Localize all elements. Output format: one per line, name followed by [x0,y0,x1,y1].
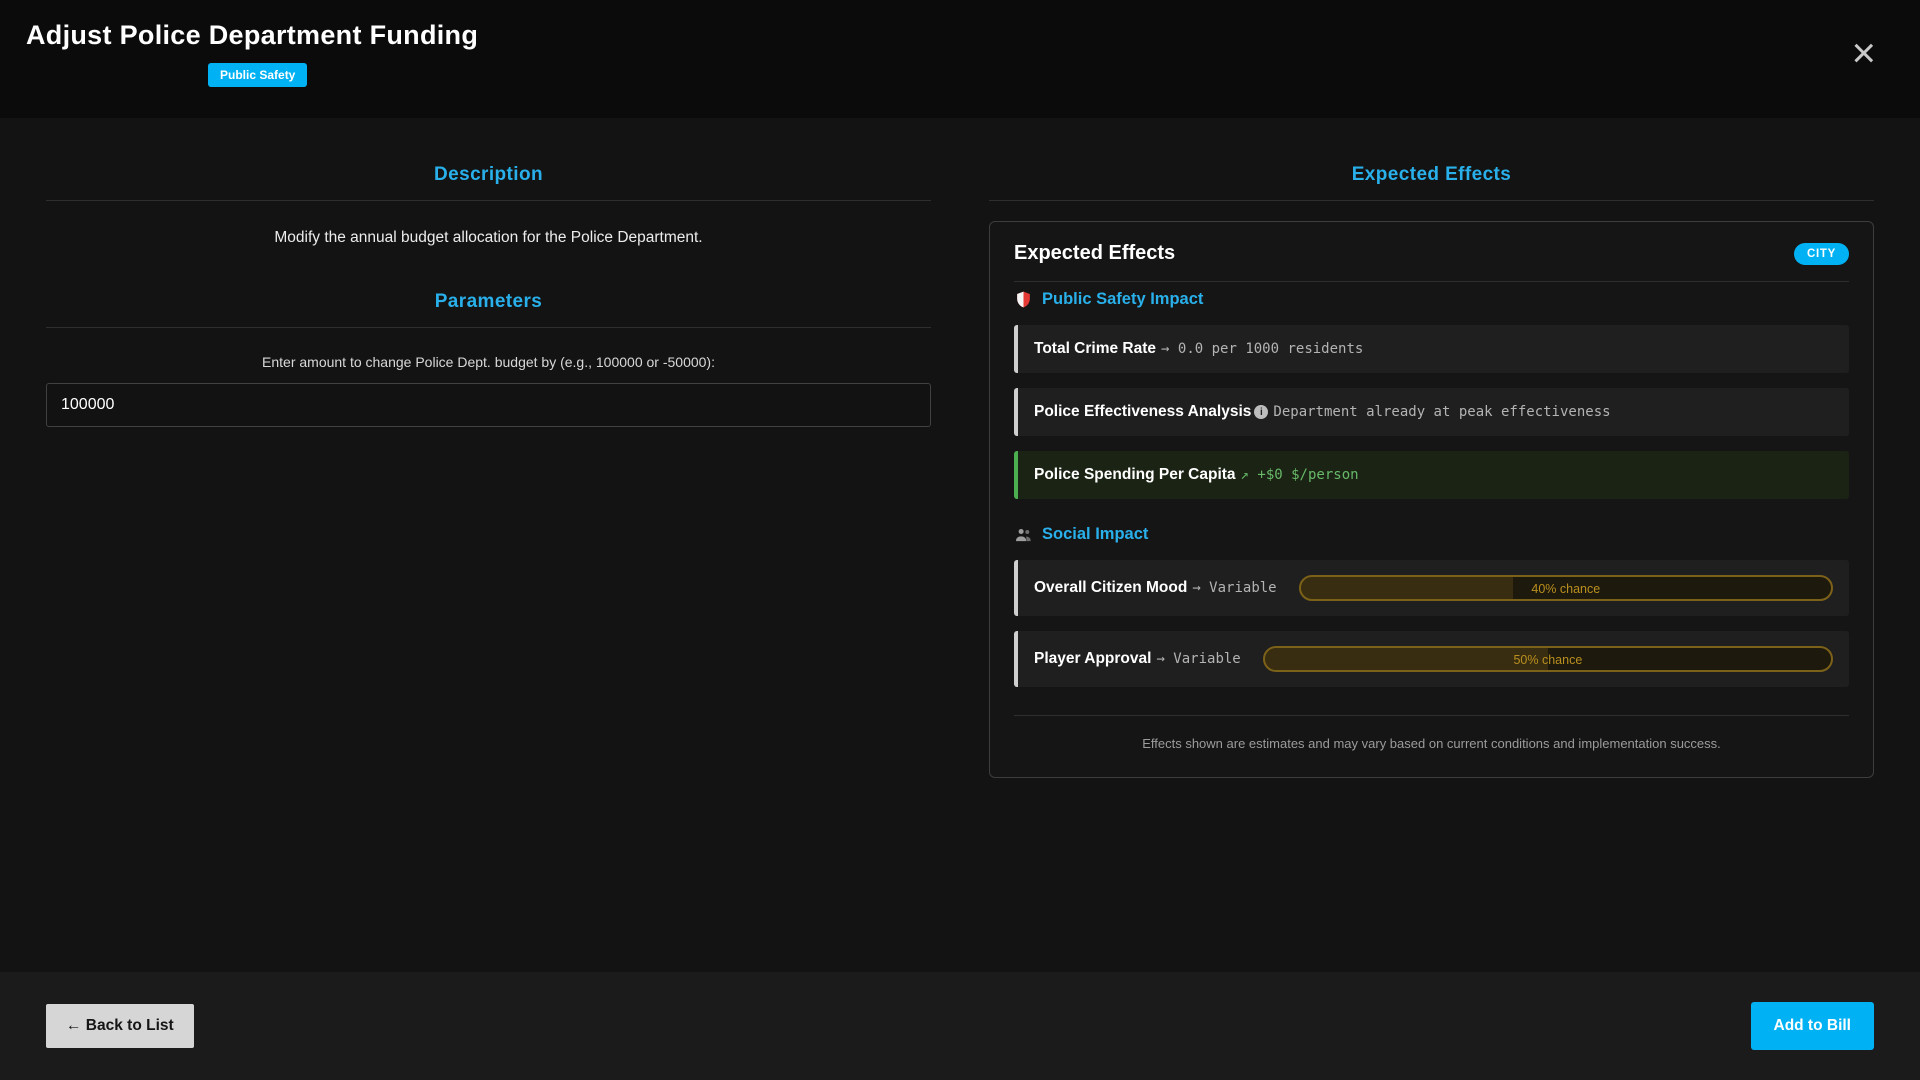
page-title: Adjust Police Department Funding [26,20,1894,51]
effect-value: → 0.0 per 1000 residents [1161,341,1363,357]
effect-row-police-effectiveness-analysis: Police Effectiveness Analysisi Department… [1014,388,1849,436]
effect-value: → Variable [1192,580,1276,596]
panel-head: Expected Effects CITY [1014,242,1849,265]
description-text: Modify the annual budget allocation for … [46,229,931,247]
effects-sections: Public Safety Impact Total Crime Rate → 0.… [1014,290,1849,687]
divider [989,200,1874,201]
effect-value: → Variable [1156,651,1240,667]
category-badge: Public Safety [208,63,307,87]
modal-header: Adjust Police Department Funding Public … [0,0,1920,118]
chance-bar: 50% chance [1263,646,1833,672]
section-title: Social Impact [1042,525,1148,544]
amount-input[interactable] [46,383,931,427]
effect-value: Department already at peak effectiveness [1273,404,1610,420]
right-column: Expected Effects Expected Effects CITY P… [989,152,1874,972]
expected-effects-heading: Expected Effects [989,164,1874,186]
amount-input-label: Enter amount to change Police Dept. budg… [46,354,931,370]
effect-label: Player Approval [1034,650,1151,668]
shield-icon [1014,290,1033,309]
info-icon: i [1254,405,1268,419]
left-column: Description Modify the annual budget all… [46,152,931,972]
chance-bar: 40% chance [1299,575,1833,601]
chance-label: 40% chance [1301,577,1831,601]
effect-row-police-spending-per-capita: Police Spending Per Capita ↗ +$0 $/person [1014,451,1849,499]
chance-label: 50% chance [1265,648,1831,672]
close-icon[interactable]: × [1851,32,1876,74]
effect-row-total-crime-rate: Total Crime Rate → 0.0 per 1000 residents [1014,325,1849,373]
panel-title: Expected Effects [1014,242,1175,265]
divider [46,200,931,201]
section-header-social-impact: Social Impact [1014,525,1849,544]
effect-label: Total Crime Rate [1034,340,1156,358]
effect-label: Overall Citizen Mood [1034,579,1187,597]
expected-effects-panel: Expected Effects CITY Public Safety Impa… [989,221,1874,778]
section-header-public-safety-impact: Public Safety Impact [1014,290,1849,309]
back-to-list-button[interactable]: ← Back to List [46,1004,194,1048]
people-icon [1014,525,1033,544]
modal-body: Description Modify the annual budget all… [0,118,1920,972]
parameters-heading: Parameters [46,291,931,313]
effect-label: Police Effectiveness Analysis [1034,403,1251,421]
description-heading: Description [46,164,931,186]
effect-label: Police Spending Per Capita [1034,466,1236,484]
scope-badge: CITY [1794,243,1849,265]
effect-row-overall-citizen-mood: Overall Citizen Mood → Variable 40% chance [1014,560,1849,616]
effect-value: ↗ +$0 $/person [1241,467,1359,483]
divider [1014,715,1849,716]
effect-row-player-approval: Player Approval → Variable 50% chance [1014,631,1849,687]
divider [1014,281,1849,282]
divider [46,327,931,328]
add-to-bill-button[interactable]: Add to Bill [1751,1002,1875,1050]
section-title: Public Safety Impact [1042,290,1203,309]
effects-disclaimer: Effects shown are estimates and may vary… [1014,736,1849,751]
modal-footer: ← Back to List Add to Bill [0,972,1920,1080]
